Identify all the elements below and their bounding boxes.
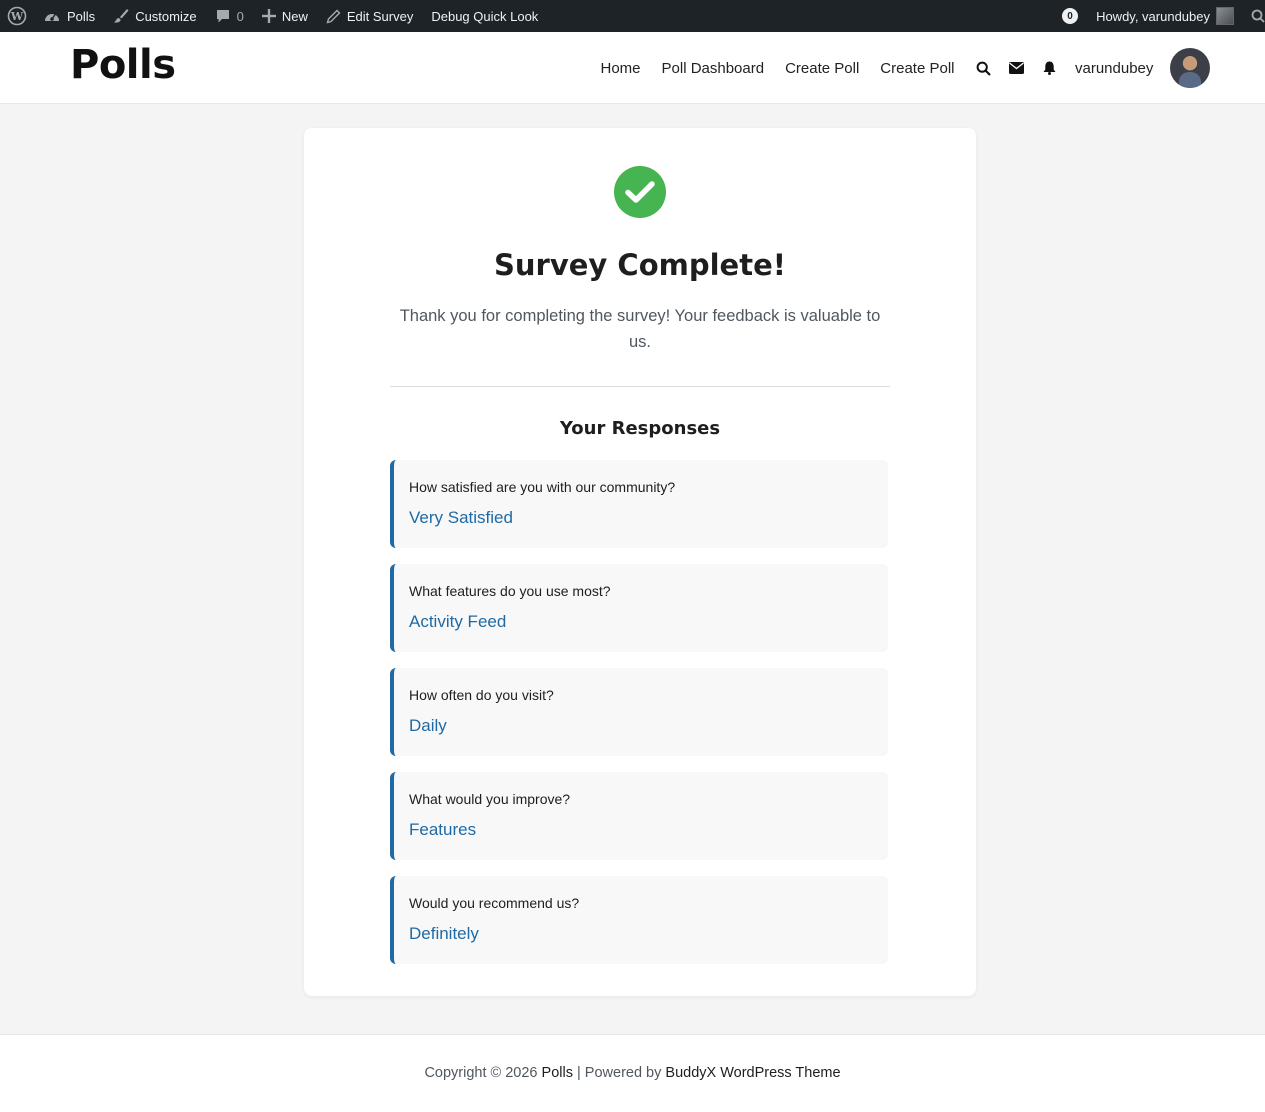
nav-create-poll-2[interactable]: Create Poll — [870, 60, 965, 77]
check-circle-icon — [614, 166, 666, 218]
debug-quick-look-link[interactable]: Debug Quick Look — [422, 0, 547, 32]
copyright-text: Copyright © 2026 Polls | Powered by Budd… — [0, 1065, 1265, 1081]
notifications-count: 0 — [1062, 8, 1079, 24]
response-question: Would you recommend us? — [409, 895, 580, 911]
admin-site-name: Polls — [67, 8, 96, 24]
response-item: Would you recommend us? Definitely — [390, 876, 888, 964]
footer-site-link[interactable]: Polls — [542, 1065, 573, 1081]
my-account-link[interactable]: Howdy, varundubey — [1087, 0, 1243, 32]
survey-complete-card: Survey Complete! Thank you for completin… — [304, 128, 976, 996]
response-answer: Definitely — [409, 924, 479, 943]
response-item: What features do you use most? Activity … — [390, 564, 888, 652]
dashboard-gauge-icon — [45, 13, 59, 21]
response-question: How often do you visit? — [409, 687, 554, 703]
notifications-bell-icon[interactable] — [1038, 57, 1060, 79]
pencil-icon — [326, 9, 341, 24]
wordpress-logo-icon[interactable]: W — [0, 0, 34, 32]
paintbrush-icon — [114, 9, 129, 23]
nav-create-poll[interactable]: Create Poll — [775, 60, 870, 77]
responses-list: How satisfied are you with our community… — [390, 460, 888, 980]
svg-text:W: W — [10, 10, 24, 23]
header-actions: varundubey — [972, 32, 1153, 104]
response-answer: Features — [409, 820, 477, 839]
admin-site-link[interactable]: Polls — [34, 0, 104, 32]
response-question: What would you improve? — [409, 791, 571, 807]
notifications-link[interactable]: 0 — [1053, 0, 1087, 32]
response-answer: Activity Feed — [409, 612, 507, 631]
nav-poll-dashboard[interactable]: Poll Dashboard — [651, 60, 775, 77]
thank-you-message: Thank you for completing the survey! You… — [399, 307, 881, 351]
admin-search-icon[interactable] — [1243, 0, 1265, 32]
customize-link[interactable]: Customize — [104, 0, 205, 32]
comment-bubble-icon — [216, 10, 229, 23]
search-icon[interactable] — [972, 57, 994, 79]
copyright-prefix: Copyright © 2026 — [424, 1065, 538, 1081]
response-question: How satisfied are you with our community… — [409, 479, 676, 495]
responses-heading: Your Responses — [559, 418, 721, 439]
response-answer: Daily — [409, 716, 447, 735]
admin-avatar — [1216, 7, 1234, 25]
plus-icon — [261, 9, 276, 23]
response-answer: Very Satisfied — [409, 508, 513, 527]
edit-survey-link[interactable]: Edit Survey — [317, 0, 422, 32]
response-question: What features do you use most? — [409, 583, 611, 599]
nav-home[interactable]: Home — [590, 60, 651, 77]
footer-theme-link[interactable]: BuddyX WordPress Theme — [665, 1065, 840, 1081]
survey-complete-title: Survey Complete! — [494, 248, 786, 282]
powered-by-text: | Powered by — [577, 1065, 662, 1081]
response-item: What would you improve? Features — [390, 772, 888, 860]
main-nav: Home Poll Dashboard Create Poll Create P… — [590, 32, 965, 104]
site-title[interactable]: Polls — [70, 42, 176, 88]
howdy-text: Howdy, varundubey — [1096, 8, 1210, 24]
comments-count: 0 — [236, 8, 244, 24]
header-username[interactable]: varundubey — [1075, 60, 1153, 77]
site-header: Polls Home Poll Dashboard Create Poll Cr… — [0, 32, 1265, 104]
new-content-link[interactable]: New — [253, 0, 317, 32]
user-avatar[interactable] — [1170, 48, 1210, 88]
response-item: How often do you visit? Daily — [390, 668, 888, 756]
response-item: How satisfied are you with our community… — [390, 460, 888, 548]
site-footer: Copyright © 2026 Polls | Powered by Budd… — [0, 1034, 1265, 1112]
admin-bar: W Polls Customize 0 New Edit Survey Debu… — [0, 0, 1265, 32]
comments-link[interactable]: 0 — [206, 0, 253, 32]
divider — [390, 386, 890, 387]
messages-envelope-icon[interactable] — [1005, 57, 1027, 79]
